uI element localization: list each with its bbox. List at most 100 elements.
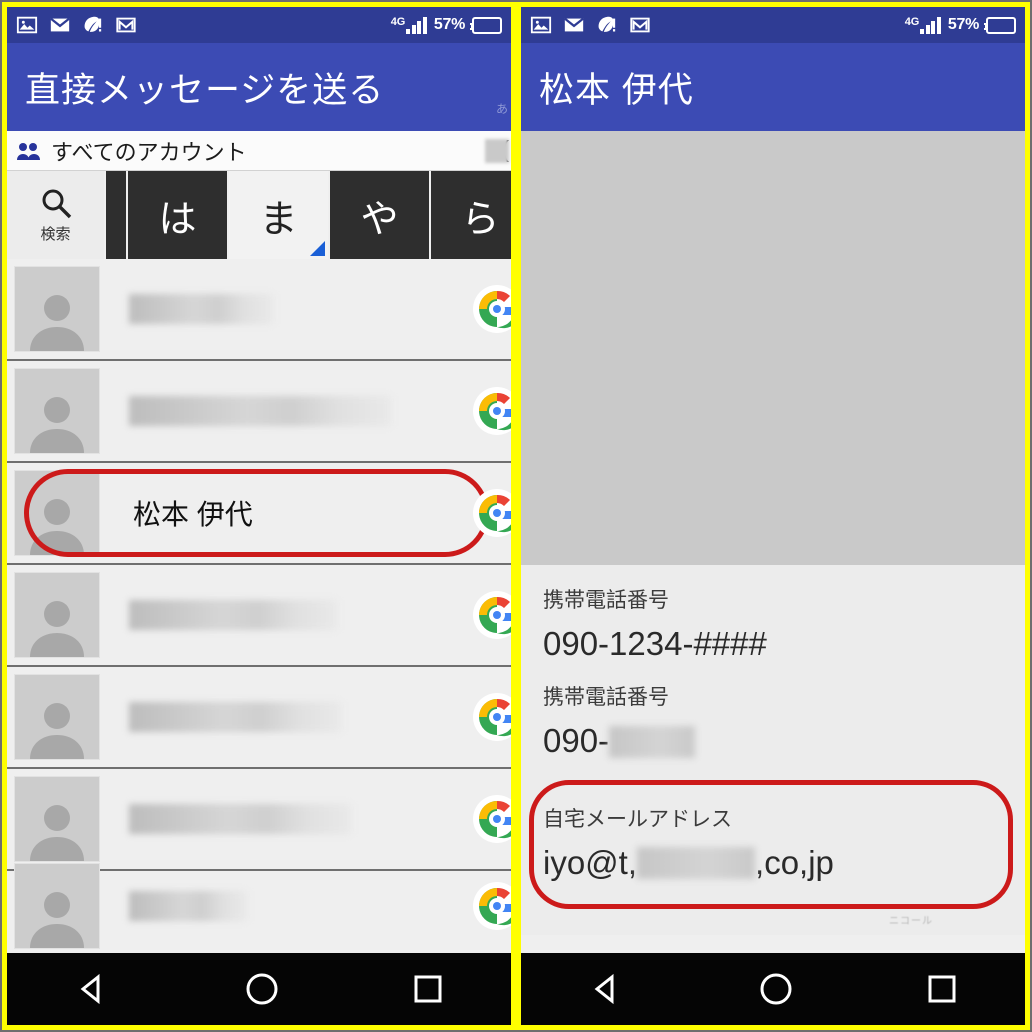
field-home-email-suffix: ,co,jp xyxy=(755,843,834,881)
field-mobile-1[interactable]: 携帯電話番号 090-1234-#### xyxy=(543,565,1003,662)
back-button[interactable] xyxy=(71,967,115,1011)
gmail-icon xyxy=(630,17,650,33)
avatar xyxy=(14,470,100,556)
account-count-redacted xyxy=(485,139,509,163)
account-filter-label: すべてのアカウント xyxy=(51,139,247,165)
field-mobile-2-value: 090- xyxy=(543,722,610,760)
tab-search-label: 検索 xyxy=(40,226,71,243)
avatar xyxy=(14,266,100,352)
field-home-email-value: iyo@t, xyxy=(543,843,638,881)
contact-row[interactable]: 松本 伊代 xyxy=(7,463,511,565)
contact-name: 松本 伊代 xyxy=(133,499,253,530)
field-mobile-2-value-wrap: 090- xyxy=(543,723,1003,759)
recents-button[interactable] xyxy=(409,970,447,1008)
field-home-email-label: 自宅メールアドレス xyxy=(543,807,732,831)
envelope-icon xyxy=(50,17,70,32)
google-account-icon xyxy=(471,793,511,845)
field-mobile-2-redaction xyxy=(609,725,696,758)
gmail-icon xyxy=(116,17,136,33)
google-account-icon xyxy=(471,880,511,932)
image-icon xyxy=(16,16,38,34)
app-bar-right: 松本 伊代 xyxy=(521,43,1025,131)
tab-kana-ha-label: は xyxy=(158,198,197,241)
contact-row[interactable] xyxy=(7,565,511,667)
google-account-icon xyxy=(471,283,511,335)
field-home-email-value-wrap: iyo@t, ,co,jp xyxy=(543,843,1003,881)
envelope-icon xyxy=(564,17,584,32)
network-type-label: 4G xyxy=(390,15,406,28)
tab-kana-ra-label: ら xyxy=(461,198,500,241)
image-icon xyxy=(530,16,552,34)
network-type-label: 4G xyxy=(904,15,920,28)
contact-name-redaction xyxy=(129,891,247,921)
avatar xyxy=(14,776,100,862)
avatar xyxy=(14,863,100,949)
people-group-icon xyxy=(17,142,40,160)
battery-icon xyxy=(984,16,1016,34)
left-phone-screen: 4G 57% 直接メッセージを送る あ すべてのアカウント ( xyxy=(7,7,511,1025)
leaf-alert-icon xyxy=(84,16,102,32)
field-mobile-2-label: 携帯電話番号 xyxy=(543,686,669,710)
battery-percent-label: 57% xyxy=(433,16,465,33)
home-button[interactable] xyxy=(756,969,796,1009)
contact-detail-fields: 携帯電話番号 090-1234-#### 携帯電話番号 090- 自宅メールアド… xyxy=(521,565,1025,935)
android-nav-bar-right[interactable] xyxy=(521,953,1025,1025)
kana-tab-bar[interactable]: 検索 は ま や ら xyxy=(7,171,511,259)
contact-row[interactable] xyxy=(7,259,511,361)
tab-kana-ya[interactable]: や xyxy=(330,171,431,259)
google-account-icon xyxy=(471,487,511,539)
status-bar-right: 4G 57% xyxy=(521,7,1025,43)
tab-kana-0[interactable] xyxy=(106,171,128,259)
contact-list[interactable]: 松本 伊代 xyxy=(7,259,511,949)
contact-photo-area xyxy=(521,131,1025,565)
google-account-icon xyxy=(471,589,511,641)
contact-row[interactable] xyxy=(7,769,511,871)
avatar xyxy=(14,674,100,760)
status-notification-icons-right xyxy=(530,14,651,36)
battery-percent-label: 57% xyxy=(947,16,979,33)
watermark-ghost-text: ニコール xyxy=(889,916,933,927)
field-home-email[interactable]: 自宅メールアドレス iyo@t, ,co,jp xyxy=(529,779,1013,910)
contact-row[interactable] xyxy=(7,667,511,769)
field-home-email-redaction xyxy=(637,847,756,880)
avatar xyxy=(14,572,100,658)
status-system-icons-right: 4G 57% xyxy=(905,16,1016,34)
signal-strength-icon xyxy=(406,16,427,34)
tab-kana-ma-label: ま xyxy=(259,198,298,241)
contact-name-redaction xyxy=(129,702,341,732)
battery-icon xyxy=(470,16,502,34)
contact-name-redaction xyxy=(129,294,273,324)
page-title-right: 松本 伊代 xyxy=(539,70,694,110)
home-button[interactable] xyxy=(242,969,282,1009)
tab-kana-ra[interactable]: ら xyxy=(431,171,511,259)
field-mobile-2[interactable]: 携帯電話番号 090- xyxy=(543,662,1003,759)
tab-kana-ha[interactable]: は xyxy=(128,171,229,259)
right-phone-screen: 4G 57% 松本 伊代 携帯電話番号 090-1234-#### 携帯電話番号… xyxy=(521,7,1025,1025)
status-bar-left: 4G 57% xyxy=(7,7,511,43)
google-account-icon xyxy=(471,691,511,743)
search-icon xyxy=(42,189,71,219)
contact-row[interactable] xyxy=(7,863,511,949)
tab-kana-ma[interactable]: ま xyxy=(229,171,330,259)
tab-search[interactable]: 検索 xyxy=(7,171,106,259)
contact-name-redaction xyxy=(129,804,351,834)
contact-name-redaction xyxy=(129,600,337,630)
contact-row[interactable] xyxy=(7,361,511,463)
google-account-icon xyxy=(471,385,511,437)
account-filter-bar[interactable]: すべてのアカウント ( xyxy=(7,131,511,171)
app-bar-left: 直接メッセージを送る あ xyxy=(7,43,511,131)
status-system-icons: 4G 57% xyxy=(391,16,502,34)
appbar-ghost-text: あ xyxy=(495,102,508,116)
leaf-alert-icon xyxy=(598,16,616,32)
signal-strength-icon xyxy=(920,16,941,34)
recents-button[interactable] xyxy=(923,970,961,1008)
tab-kana-ya-label: や xyxy=(360,198,399,241)
status-notification-icons xyxy=(16,14,137,36)
back-button[interactable] xyxy=(585,967,629,1011)
screenshot-frame: 4G 57% 直接メッセージを送る あ すべてのアカウント ( xyxy=(0,0,1032,1032)
android-nav-bar-left[interactable] xyxy=(7,953,511,1025)
page-title-left: 直接メッセージを送る xyxy=(25,70,385,110)
field-mobile-1-value: 090-1234-#### xyxy=(543,625,767,663)
contact-name-redaction xyxy=(129,396,391,426)
avatar xyxy=(14,368,100,454)
